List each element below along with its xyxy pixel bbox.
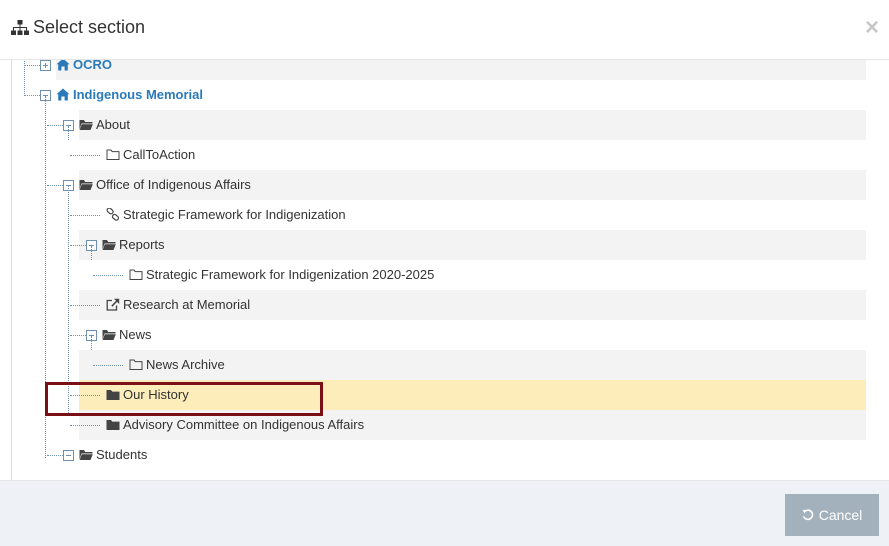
tree-trunk-line xyxy=(68,186,69,415)
tree-connector xyxy=(47,125,63,126)
folder-open-icon xyxy=(79,448,93,461)
home-icon xyxy=(56,88,70,101)
tree-label-news-archive[interactable]: News Archive xyxy=(146,357,225,373)
tree-label-indigenous-memorial[interactable]: Indigenous Memorial xyxy=(73,87,203,103)
tree-connector xyxy=(70,215,100,216)
tree-row[interactable] xyxy=(79,320,866,350)
tree-label-news[interactable]: News xyxy=(119,327,152,343)
tree-label-reports[interactable]: Reports xyxy=(119,237,165,253)
tree-row[interactable] xyxy=(79,230,866,260)
tree-connector xyxy=(24,65,40,66)
tree-row[interactable] xyxy=(56,60,866,80)
selection-highlight-box xyxy=(45,382,323,416)
tree-label-strategic-framework-for-indigenization-2020-2025[interactable]: Strategic Framework for Indigenization 2… xyxy=(146,267,434,283)
tree-connector xyxy=(93,275,123,276)
tree-trunk-line xyxy=(68,126,69,140)
folder-outline-icon xyxy=(129,358,143,371)
tree-label-office-of-indigenous-affairs[interactable]: Office of Indigenous Affairs xyxy=(96,177,251,193)
modal-title: Select section xyxy=(33,17,146,37)
modal-footer: Cancel xyxy=(0,480,889,546)
tree-connector xyxy=(70,335,86,336)
external-link-icon xyxy=(106,298,120,311)
select-section-modal: Select section × OCRO Indigenous Memorial… xyxy=(0,0,889,546)
tree-row[interactable] xyxy=(79,140,866,170)
folder-open-icon xyxy=(79,118,93,131)
section-tree: OCRO Indigenous Memorial About CallToAction… xyxy=(0,60,889,480)
tree-connector xyxy=(70,245,86,246)
tree-trunk-line xyxy=(91,246,92,260)
tree-label-ocro[interactable]: OCRO xyxy=(73,60,112,73)
tree-connector xyxy=(70,155,100,156)
tree-trunk-line xyxy=(91,336,92,350)
tree-trunk-line xyxy=(24,60,25,96)
home-icon xyxy=(56,60,70,71)
tree-connector xyxy=(47,185,63,186)
folder-outline-icon xyxy=(129,268,143,281)
tree-label-calltoaction[interactable]: CallToAction xyxy=(123,147,195,163)
collapse-toggle-icon[interactable] xyxy=(63,450,74,461)
tree-label-strategic-framework-for-indigenization[interactable]: Strategic Framework for Indigenization xyxy=(123,207,346,223)
tree-label-students[interactable]: Students xyxy=(96,447,147,463)
expand-toggle-icon[interactable] xyxy=(40,60,51,71)
tree-connector xyxy=(24,95,40,96)
tree-row[interactable] xyxy=(79,110,866,140)
modal-header: Select section × xyxy=(0,0,889,60)
tree-label-about[interactable]: About xyxy=(96,117,130,133)
tree-connector xyxy=(93,365,123,366)
cancel-button[interactable]: Cancel xyxy=(785,494,879,536)
sitemap-icon xyxy=(11,20,29,35)
undo-icon xyxy=(802,509,813,521)
folder-open-icon xyxy=(79,178,93,191)
tree-row[interactable] xyxy=(79,440,866,470)
folder-filled-icon xyxy=(106,418,120,431)
tree-label-research-at-memorial[interactable]: Research at Memorial xyxy=(123,297,250,313)
folder-outline-icon xyxy=(106,148,120,161)
folder-open-icon xyxy=(102,238,116,251)
cancel-label: Cancel xyxy=(818,507,863,523)
tree-connector xyxy=(70,425,100,426)
tree-connector xyxy=(47,455,63,456)
tree-label-advisory-committee-on-indigenous-affairs[interactable]: Advisory Committee on Indigenous Affairs xyxy=(123,417,364,433)
tree-connector xyxy=(70,305,100,306)
close-icon[interactable]: × xyxy=(865,16,879,40)
tree-border xyxy=(11,60,12,480)
folder-open-icon xyxy=(102,328,116,341)
link-icon xyxy=(106,207,120,221)
